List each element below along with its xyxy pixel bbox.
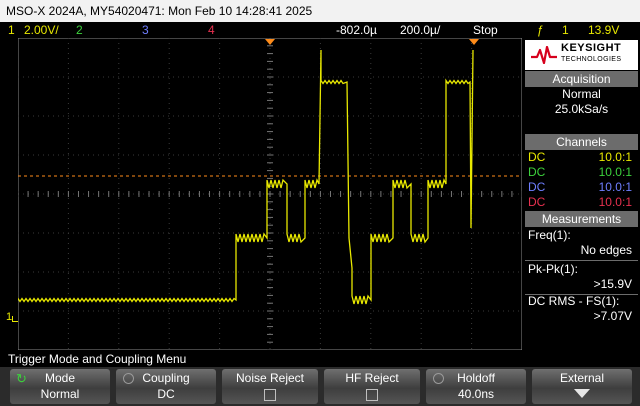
channel-probe: 10.0:1 (598, 195, 632, 209)
channel-probe: 10.0:1 (598, 180, 632, 194)
checkbox-icon (264, 389, 276, 401)
trigger-level[interactable]: 13.9V (588, 22, 619, 38)
softkey-title: External (559, 371, 605, 385)
ch3-number[interactable]: 3 (142, 22, 149, 38)
brand-name: KEYSIGHT (561, 42, 622, 54)
holdoff-softkey[interactable]: Holdoff 40.0ns (426, 369, 526, 404)
channel-row-2[interactable]: DC 10.0:1 (525, 165, 638, 180)
measurement-label: DC RMS - FS(1): (528, 294, 620, 308)
measurement-label: Pk-Pk(1): (528, 262, 579, 276)
measurement-value: >15.9V (593, 277, 632, 291)
softkey-title: Coupling (142, 371, 190, 385)
measurements-header[interactable]: Measurements (525, 211, 638, 227)
channel-coupling: DC (528, 195, 546, 209)
run-state[interactable]: Stop (473, 22, 498, 38)
channel-row-1[interactable]: DC 10.0:1 (525, 150, 638, 165)
ch1-scale[interactable]: 2.00V/ (24, 22, 59, 38)
softkey-value: Normal (40, 387, 80, 401)
softkey-title: Noise Reject (235, 371, 305, 385)
divider (525, 260, 638, 261)
time-scale[interactable]: 200.0µ/ (400, 22, 440, 38)
measurement-label: Freq(1): (528, 228, 571, 242)
softkey-title: HF Reject (345, 371, 399, 385)
waveform-display[interactable] (18, 38, 522, 350)
ch2-number[interactable]: 2 (76, 22, 83, 38)
softkey-title: Holdoff (457, 371, 495, 385)
trigger-type-icon[interactable]: ƒ (537, 22, 544, 38)
hf-reject-softkey[interactable]: HF Reject (324, 369, 420, 404)
brand-sub: TECHNOLOGIES (561, 56, 622, 63)
softkey-value: 40.0ns (457, 387, 495, 401)
acquisition-header[interactable]: Acquisition (525, 71, 638, 87)
channel-row-4[interactable]: DC 10.0:1 (525, 195, 638, 210)
keysight-logo: KEYSIGHT TECHNOLOGIES (525, 40, 638, 70)
ch4-number[interactable]: 4 (208, 22, 215, 38)
channel-coupling: DC (528, 150, 546, 164)
ch1-ground-marker[interactable]: 1 (6, 311, 18, 324)
channel-probe: 10.0:1 (598, 150, 632, 164)
softkey-value: DC (157, 387, 175, 401)
channel-row-3[interactable]: DC 10.0:1 (525, 180, 638, 195)
channels-header[interactable]: Channels (525, 134, 638, 150)
sample-rate: 25.0kSa/s (554, 102, 609, 116)
mode-softkey[interactable]: ↻ Mode Normal (10, 369, 110, 404)
channel-probe: 10.0:1 (598, 165, 632, 179)
measurement-value: No edges (580, 243, 632, 257)
softkey-title: Mode (44, 371, 76, 385)
ch1-number[interactable]: 1 (8, 22, 15, 38)
ground-icon (12, 316, 18, 322)
status-bar: 1 2.00V/ 2 3 4 -802.0µ 200.0µ/ Stop ƒ 1 … (0, 22, 640, 38)
noise-reject-softkey[interactable]: Noise Reject (222, 369, 318, 404)
softkey-bar: ↻ Mode Normal Coupling DC Noise Reject H… (0, 367, 640, 406)
acquisition-mode: Normal (562, 87, 601, 101)
info-panel: KEYSIGHT TECHNOLOGIES Acquisition Normal… (525, 40, 638, 352)
measurement-value: >7.07V (593, 309, 632, 323)
external-softkey[interactable]: External (532, 369, 632, 404)
window-title: MSO-X 2024A, MY54020471: Mon Feb 10 14:2… (0, 0, 640, 22)
trigger-channel[interactable]: 1 (562, 22, 569, 38)
checkbox-icon (366, 389, 378, 401)
channel-coupling: DC (528, 180, 546, 194)
submenu-arrow-icon (574, 389, 590, 398)
keysight-wave-icon (531, 46, 557, 64)
time-delay[interactable]: -802.0µ (336, 22, 377, 38)
channel-coupling: DC (528, 165, 546, 179)
coupling-softkey[interactable]: Coupling DC (116, 369, 216, 404)
menu-title: Trigger Mode and Coupling Menu (0, 352, 640, 367)
